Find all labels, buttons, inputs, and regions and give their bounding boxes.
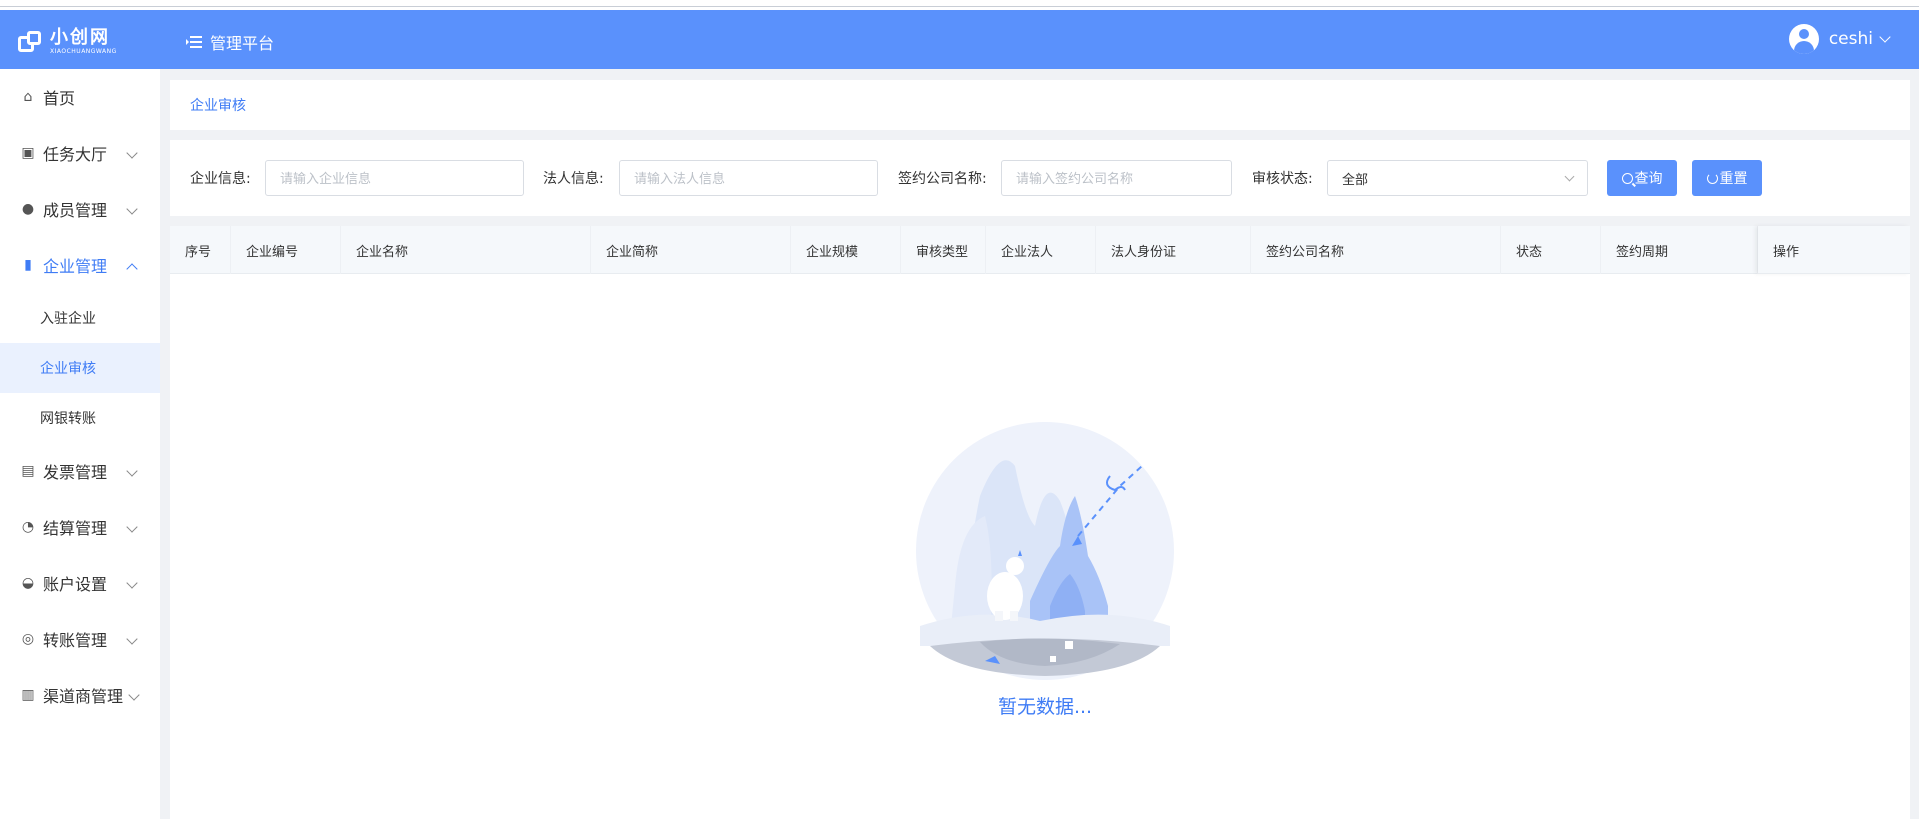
contract-company-input[interactable]: [1001, 160, 1232, 196]
avatar: [1788, 24, 1819, 54]
chevron-down-icon: [126, 521, 138, 533]
logo-subtext: XIAOCHUANGWANG: [50, 48, 117, 55]
invoice-icon: ▤: [21, 463, 35, 479]
reset-button[interactable]: 重置: [1692, 160, 1762, 196]
user-menu[interactable]: ceshi: [1788, 24, 1891, 54]
query-button-label: 查询: [1634, 170, 1663, 186]
sidebar-item-settlement[interactable]: ◔ 结算管理: [0, 499, 160, 555]
sidebar-item-enterprise[interactable]: ▮ 企业管理: [0, 237, 160, 293]
col-index: 序号: [170, 226, 231, 274]
reset-button-label: 重置: [1719, 170, 1748, 186]
col-contract-company: 签约公司名称: [1251, 226, 1501, 274]
logo-text: 小创网: [50, 27, 110, 48]
sidebar: ⌂ 首页 ▣ 任务大厅 ● 成员管理 ▮ 企业管理 入驻企业 企业审核 网银转账…: [0, 69, 160, 819]
platform-title: 管理平台: [210, 34, 275, 53]
sidebar-item-label: 任务大厅: [43, 145, 108, 164]
chevron-down-icon: [126, 633, 138, 645]
building-icon: ▮: [24, 257, 32, 273]
query-button[interactable]: 查询: [1607, 160, 1677, 196]
col-legal-person: 企业法人: [986, 226, 1096, 274]
settle-icon: ◔: [21, 519, 35, 535]
top-header: 小创网 XIAOCHUANGWANG 管理平台 ceshi: [0, 10, 1919, 69]
sidebar-item-task-hall[interactable]: ▣ 任务大厅: [0, 125, 160, 181]
sidebar-subitem-enterprise-audit[interactable]: 企业审核: [0, 343, 160, 393]
refresh-icon: [1706, 172, 1718, 184]
logo-mark-icon: [18, 30, 44, 54]
sidebar-subitem-settled-enterprises[interactable]: 入驻企业: [0, 293, 160, 343]
empty-text: 暂无数据...: [997, 696, 1093, 718]
chevron-down-icon: [126, 465, 138, 477]
sidebar-subitem-label: 企业审核: [40, 361, 96, 377]
col-status: 状态: [1501, 226, 1601, 274]
sidebar-subitem-bank-transfer[interactable]: 网银转账: [0, 393, 160, 443]
search-icon: [1621, 172, 1633, 184]
sidebar-item-invoices[interactable]: ▤ 发票管理: [0, 443, 160, 499]
empty-state: 暂无数据...: [910, 406, 1180, 726]
col-enterprise-short-name: 企业简称: [591, 226, 791, 274]
channel-icon: ▥: [21, 687, 35, 703]
sidebar-item-label: 账户设置: [43, 575, 108, 594]
sidebar-item-transfers[interactable]: ◎ 转账管理: [0, 611, 160, 667]
audit-status-value: 全部: [1342, 172, 1369, 188]
sidebar-item-home[interactable]: ⌂ 首页: [0, 69, 160, 125]
sidebar-item-label: 成员管理: [43, 201, 108, 220]
filter-bar: 企业信息: 法人信息: 签约公司名称: 审核状态: 全部 查询 重置: [170, 140, 1910, 216]
sidebar-item-label: 发票管理: [43, 463, 108, 482]
sidebar-subitem-label: 网银转账: [40, 411, 96, 427]
col-legal-id: 法人身份证: [1096, 226, 1251, 274]
company-info-input[interactable]: [265, 160, 524, 196]
platform-toggle[interactable]: 管理平台: [186, 30, 274, 54]
chevron-down-icon: [128, 689, 140, 701]
calendar-icon: ▣: [21, 145, 35, 161]
chevron-down-icon: [126, 577, 138, 589]
account-icon: ◒: [21, 575, 35, 591]
audit-status-label: 审核状态:: [1252, 171, 1313, 187]
chevron-down-icon: [126, 147, 138, 159]
sidebar-subitem-label: 入驻企业: [40, 311, 96, 327]
chevron-down-icon: [1879, 31, 1891, 43]
browser-top-strip: [0, 0, 1919, 10]
col-enterprise-scale: 企业规模: [791, 226, 901, 274]
app-logo[interactable]: 小创网 XIAOCHUANGWANG: [18, 28, 117, 56]
sidebar-item-label: 结算管理: [43, 519, 108, 538]
user-name: ceshi: [1828, 29, 1873, 49]
chevron-up-icon: [126, 263, 138, 275]
menu-fold-icon: [186, 35, 202, 49]
audit-status-select[interactable]: 全部: [1327, 160, 1588, 196]
col-enterprise-name: 企业名称: [341, 226, 591, 274]
sidebar-item-channels[interactable]: ▥ 渠道商管理: [0, 667, 160, 723]
legal-info-input[interactable]: [619, 160, 878, 196]
sidebar-item-label: 渠道商管理: [43, 687, 124, 706]
chevron-down-icon: [126, 203, 138, 215]
audit-table: 序号 企业编号 企业名称 企业简称 企业规模 审核类型 企业法人 法人身份证 签…: [170, 226, 1910, 819]
breadcrumb: 企业审核: [170, 80, 1910, 130]
users-icon: ●: [21, 201, 35, 217]
contract-company-label: 签约公司名称:: [898, 171, 987, 187]
col-actions: 操作: [1758, 226, 1910, 274]
chevron-down-icon: [1564, 171, 1575, 182]
sidebar-item-members[interactable]: ● 成员管理: [0, 181, 160, 237]
company-info-label: 企业信息:: [190, 171, 251, 187]
home-icon: ⌂: [23, 89, 33, 105]
breadcrumb-current[interactable]: 企业审核: [190, 95, 246, 115]
empty-illustration-icon: [916, 422, 1174, 680]
col-audit-type: 审核类型: [901, 226, 986, 274]
col-contract-period: 签约周期: [1601, 226, 1758, 274]
sidebar-item-label: 首页: [43, 89, 76, 108]
sidebar-item-account-settings[interactable]: ◒ 账户设置: [0, 555, 160, 611]
sidebar-item-label: 企业管理: [43, 257, 108, 276]
sidebar-item-label: 转账管理: [43, 631, 108, 650]
legal-info-label: 法人信息:: [543, 171, 604, 187]
transfer-icon: ◎: [21, 631, 35, 647]
col-enterprise-id: 企业编号: [231, 226, 341, 274]
table-header: 序号 企业编号 企业名称 企业简称 企业规模 审核类型 企业法人 法人身份证 签…: [170, 226, 1910, 274]
